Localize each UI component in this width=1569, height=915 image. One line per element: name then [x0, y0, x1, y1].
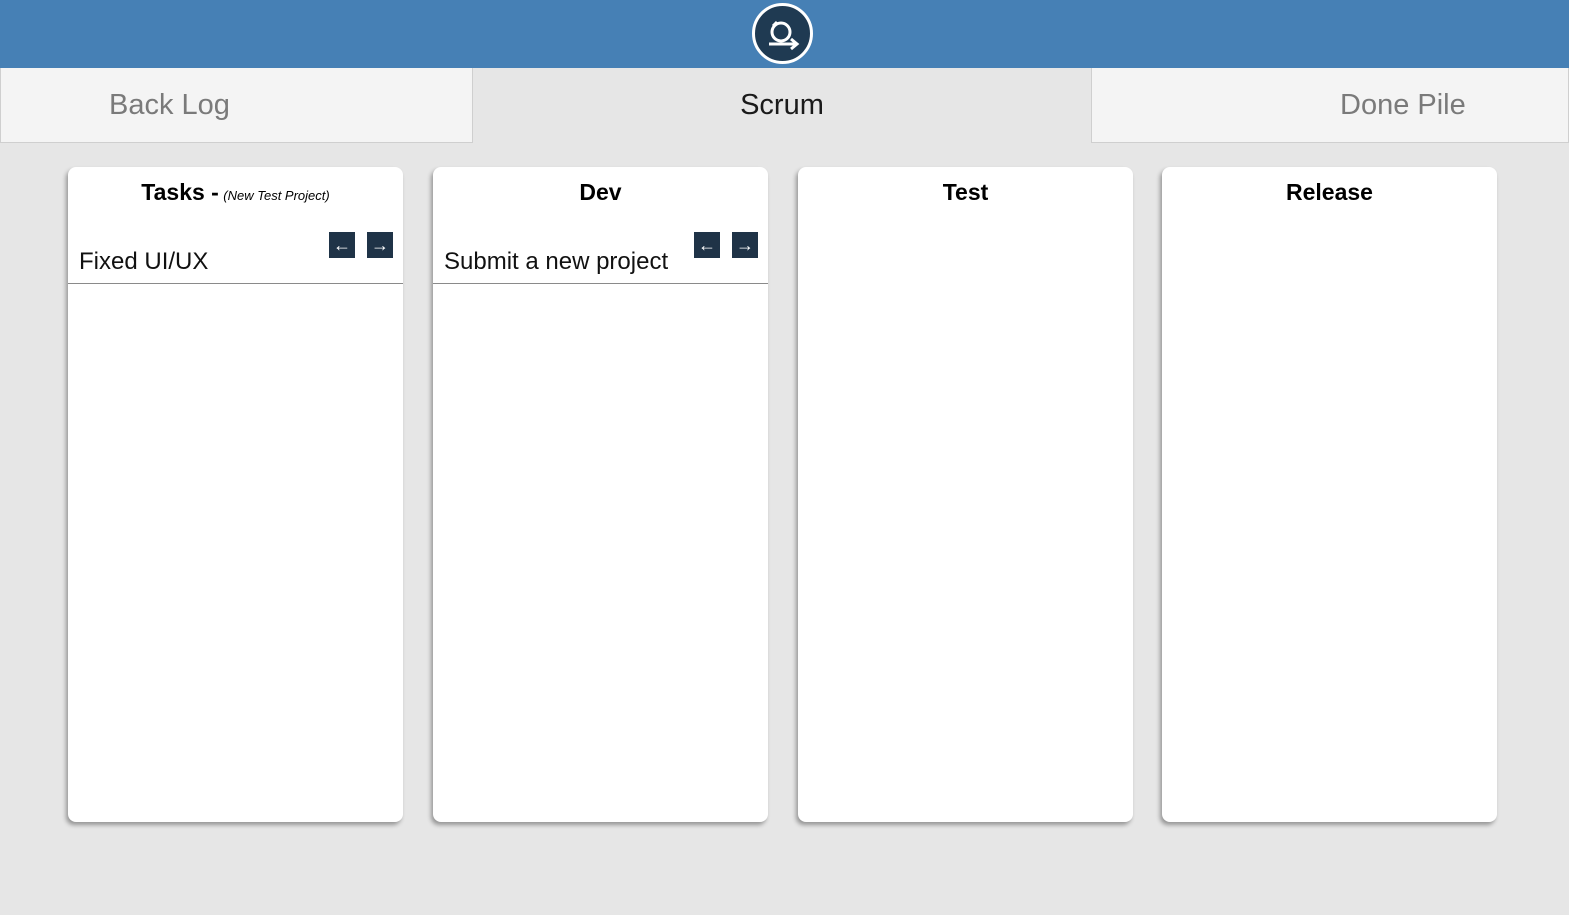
column-header: Release [1162, 177, 1497, 211]
task-card[interactable]: ← → Submit a new project [433, 229, 768, 284]
column-release: Release [1162, 167, 1497, 822]
task-card-text: Submit a new project [444, 248, 669, 275]
tab-done-pile[interactable]: Done Pile [1091, 68, 1569, 143]
column-title: Test [942, 179, 989, 205]
project-name: (New Test Project) [223, 188, 330, 203]
scrum-logo-icon[interactable] [752, 3, 813, 64]
column-title: Tasks - [141, 179, 219, 205]
top-header-bar [0, 0, 1569, 68]
tab-scrum[interactable]: Scrum [473, 68, 1091, 143]
arrow-right-icon[interactable]: → [367, 232, 393, 258]
arrow-right-icon[interactable]: → [732, 232, 758, 258]
column-dev: Dev ← → Submit a new project [433, 167, 768, 822]
arrow-left-icon[interactable]: ← [694, 232, 720, 258]
arrow-left-icon[interactable]: ← [329, 232, 355, 258]
task-card[interactable]: ← → Fixed UI/UX [68, 229, 403, 284]
column-test: Test [798, 167, 1133, 822]
column-tasks: Tasks - (New Test Project) ← → Fixed UI/… [68, 167, 403, 822]
column-header: Test [798, 177, 1133, 211]
tab-back-log[interactable]: Back Log [0, 68, 473, 143]
task-card-text: Fixed UI/UX [79, 248, 209, 275]
column-title: Release [1286, 179, 1373, 205]
tab-bar: Back Log Scrum Done Pile [0, 68, 1569, 144]
column-title: Dev [579, 179, 622, 205]
column-header: Tasks - (New Test Project) [68, 177, 403, 211]
column-header: Dev [433, 177, 768, 211]
